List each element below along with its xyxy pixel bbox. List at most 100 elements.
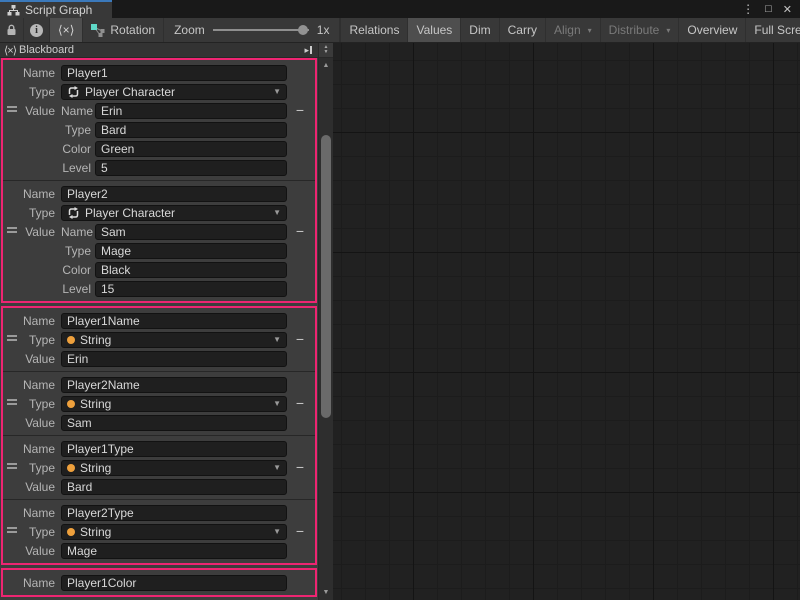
maximize-icon[interactable]: □ [765,3,772,15]
code-icon: ⟨×⟩ [58,23,74,37]
scroll-spinner[interactable]: ▲ ▼ [319,43,333,58]
zoom-slider-knob[interactable] [298,25,308,35]
drag-handle[interactable] [7,227,17,235]
variable-group-player1name: − Name Player1Name Type String ▼ [3,308,315,371]
name-label: Name [3,314,61,328]
value-field-input[interactable]: Green [95,141,287,157]
sub-field-label: Type [61,244,95,258]
sub-field-label: Name [61,104,95,118]
align-button[interactable]: Align▾ [545,18,600,42]
sub-field-label: Color [61,142,95,156]
window-controls: ⋮ □ ✕ [742,0,800,18]
remove-variable-button[interactable]: − [292,395,308,411]
string-type-icon [67,336,75,344]
drag-handle[interactable] [7,106,17,114]
window-body: ⟨×⟩ Blackboard ▸ − Name Player1 [0,43,800,600]
variable-value-input[interactable]: Bard [61,479,287,495]
distribute-button[interactable]: Distribute▾ [600,18,679,42]
scroll-up-icon[interactable]: ▲ [319,62,333,69]
variable-type-dropdown[interactable]: String ▼ [61,524,287,540]
variable-value-input[interactable]: Erin [61,351,287,367]
drag-handle[interactable] [7,527,17,535]
graph-canvas[interactable] [333,43,800,600]
full-screen-button[interactable]: Full Screen [745,18,800,42]
chevron-down-icon: ▼ [273,208,281,217]
scroll-down-icon[interactable]: ▼ [319,589,333,596]
value-field-input[interactable]: Mage [95,243,287,259]
variable-name-input[interactable]: Player1 [61,65,287,81]
relations-button[interactable]: Relations [340,18,407,42]
drag-handle[interactable] [7,463,17,471]
blackboard-header: ⟨×⟩ Blackboard ▸ [0,43,318,58]
blackboard-scrollbar[interactable]: ▲ ▼ ▲ ▼ [318,43,333,600]
tab-title: Script Graph [25,3,92,17]
selection-frame: − Name Player1 Type [1,58,317,303]
variable-name-input[interactable]: Player2Type [61,505,287,521]
tab-script-graph[interactable]: Script Graph [0,0,112,18]
variable-type-dropdown[interactable]: Player Character ▼ [61,205,287,221]
variable-name-input[interactable]: Player1Color [61,575,287,591]
scrollbar-thumb[interactable] [321,135,331,418]
sub-field-label: Level [61,282,95,296]
hierarchy-icon [7,5,20,16]
selection-frame: − Name Player1Name Type String ▼ [1,306,317,565]
value-field-input[interactable]: Black [95,262,287,278]
info-button[interactable]: i [24,18,50,42]
dim-button[interactable]: Dim [460,18,498,42]
carry-button[interactable]: Carry [499,18,545,42]
variable-name-input[interactable]: Player2Name [61,377,287,393]
variable-group-player2: − Name Player2 Type [3,180,315,301]
remove-variable-button[interactable]: − [292,223,308,239]
rotation-button[interactable]: Rotation [83,18,164,42]
graph-toolbar: i ⟨×⟩ Rotation Zoom 1x Relations Values … [0,18,800,43]
dock-toggle-icon[interactable]: ▸ [304,45,314,56]
sub-field-label: Name [61,225,95,239]
window-menu-icon[interactable]: ⋮ [742,2,754,16]
name-label: Name [3,576,61,590]
remove-variable-button[interactable]: − [292,459,308,475]
overview-button[interactable]: Overview [678,18,745,42]
value-field-input[interactable]: Erin [95,103,287,119]
info-icon: i [30,24,43,37]
sub-field-label: Type [61,123,95,137]
string-type-icon [67,528,75,536]
close-icon[interactable]: ✕ [783,3,792,16]
code-view-button[interactable]: ⟨×⟩ [50,18,83,42]
remove-variable-button[interactable]: − [292,523,308,539]
lock-button[interactable] [0,18,24,42]
name-label: Name [3,506,61,520]
name-label: Name [3,442,61,456]
variable-type-dropdown[interactable]: String ▼ [61,396,287,412]
variable-name-input[interactable]: Player2 [61,186,287,202]
variable-type-dropdown[interactable]: String ▼ [61,332,287,348]
player-character-icon [67,86,80,98]
sub-field-label: Color [61,263,95,277]
variable-type-dropdown[interactable]: Player Character ▼ [61,84,287,100]
variable-group-player2name: − Name Player2Name Type String ▼ [3,371,315,435]
drag-handle[interactable] [7,399,17,407]
variable-type-dropdown[interactable]: String ▼ [61,460,287,476]
blackboard-panel: ⟨×⟩ Blackboard ▸ − Name Player1 [0,43,318,600]
string-type-icon [67,464,75,472]
remove-variable-button[interactable]: − [292,102,308,118]
chevron-down-icon: ▼ [273,87,281,96]
player-character-icon [67,207,80,219]
variable-value-input[interactable]: Mage [61,543,287,559]
name-label: Name [3,187,61,201]
zoom-slider[interactable] [213,29,309,31]
remove-variable-button[interactable]: − [292,331,308,347]
chevron-down-icon: ▾ [588,26,592,35]
variable-value-input[interactable]: Sam [61,415,287,431]
zoom-control: Zoom 1x [164,18,340,42]
value-field-input[interactable]: Sam [95,224,287,240]
value-field-input[interactable]: 15 [95,281,287,297]
values-button[interactable]: Values [407,18,460,42]
value-field-input[interactable]: 5 [95,160,287,176]
variable-name-input[interactable]: Player1Name [61,313,287,329]
spinner-down-icon: ▼ [324,50,329,55]
drag-handle[interactable] [7,335,17,343]
variable-name-input[interactable]: Player1Type [61,441,287,457]
zoom-value: 1x [317,23,330,37]
value-field-input[interactable]: Bard [95,122,287,138]
chevron-down-icon: ▼ [273,399,281,408]
